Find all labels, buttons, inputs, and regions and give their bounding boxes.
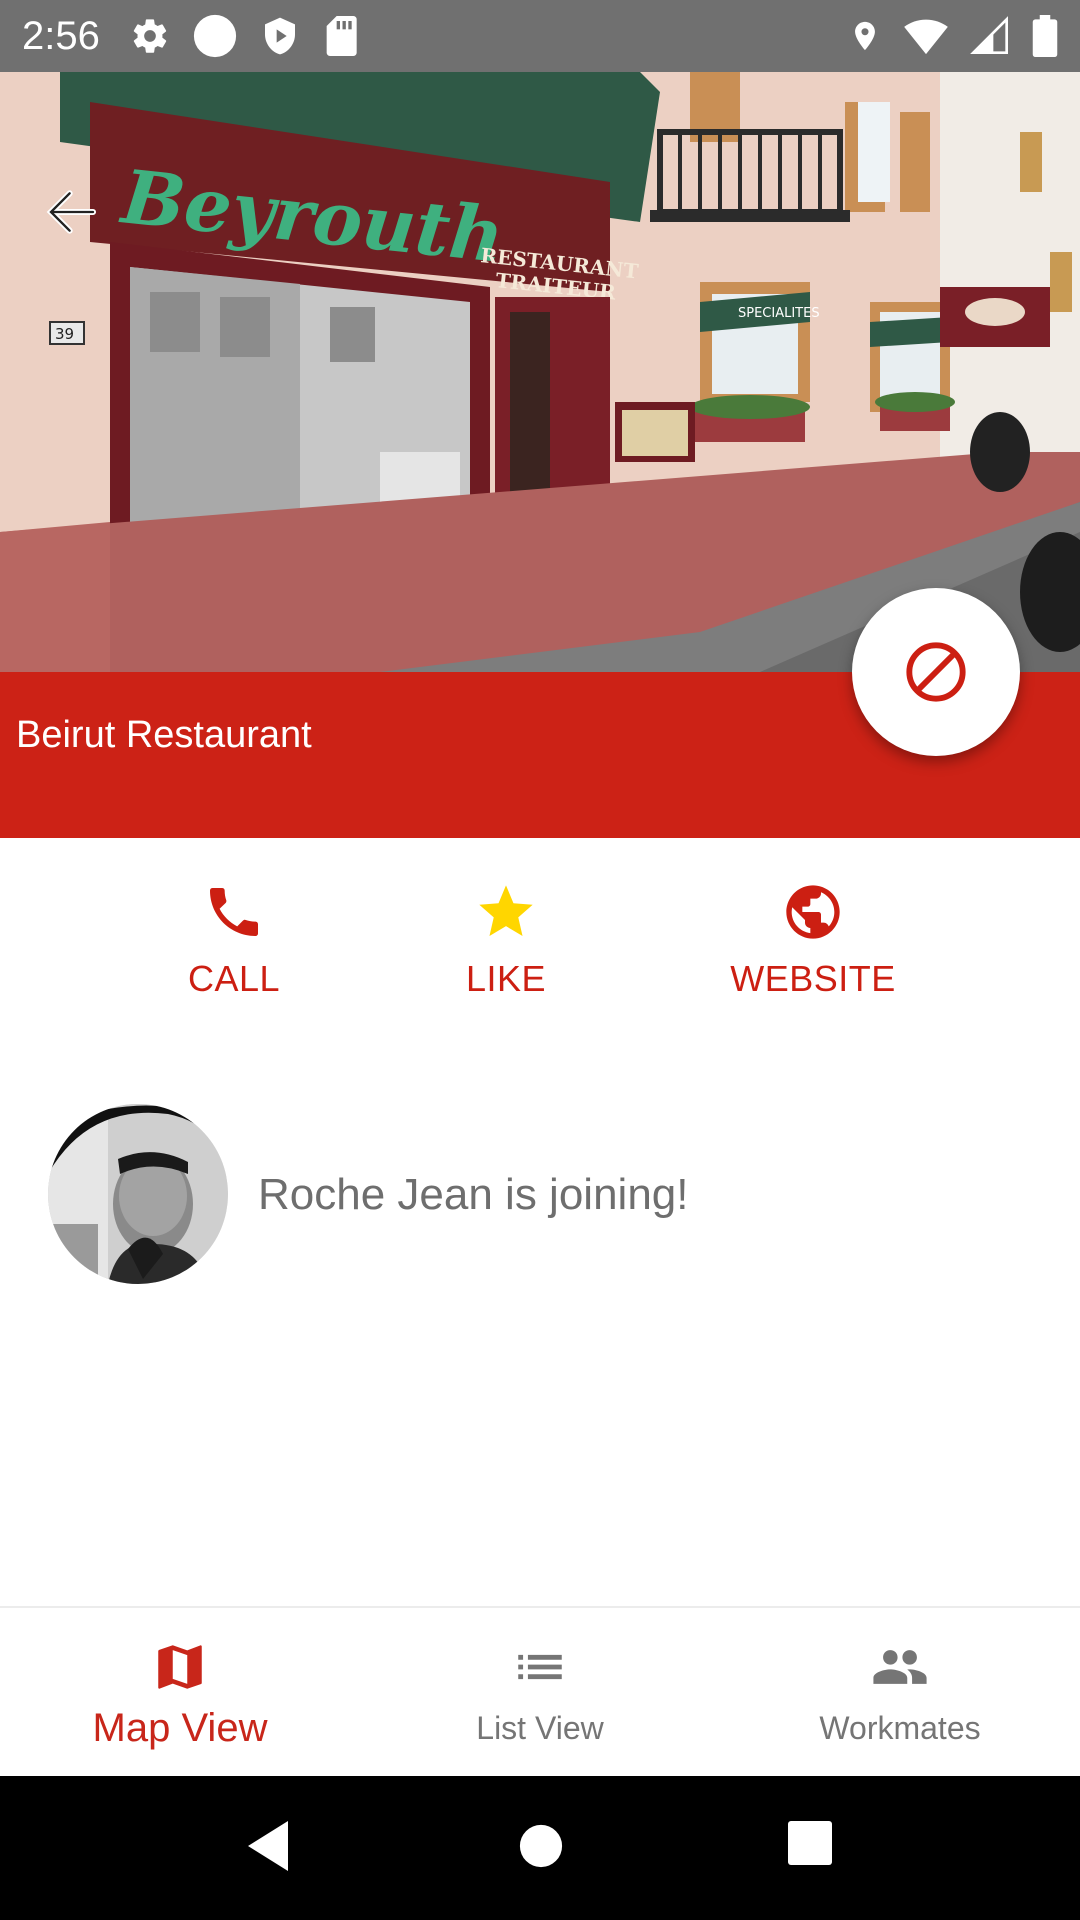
- globe-icon: [786, 885, 840, 939]
- gear-icon: [130, 16, 170, 56]
- website-button[interactable]: WEBSITE: [693, 880, 933, 1010]
- phone-icon: [210, 888, 258, 936]
- system-navigation-bar: [0, 1776, 1080, 1920]
- map-icon: [158, 1645, 202, 1689]
- list-icon: [518, 1654, 562, 1680]
- star-icon: [479, 885, 533, 936]
- circle-icon: [192, 13, 238, 59]
- nav-map-view-label: Map View: [92, 1706, 268, 1750]
- system-home-button[interactable]: [518, 1816, 564, 1881]
- svg-text:SPECIALITES: SPECIALITES: [738, 306, 820, 321]
- system-back-button[interactable]: [242, 1816, 294, 1881]
- cellular-signal-icon: [970, 16, 1010, 56]
- nav-workmates-label: Workmates: [819, 1710, 981, 1746]
- bottom-navigation: Map View List View Workmates: [0, 1606, 1080, 1776]
- joining-text: Roche Jean is joining!: [258, 1170, 689, 1219]
- avatar: [48, 1104, 228, 1284]
- play-shield-icon: [260, 16, 300, 56]
- nav-list-view-label: List View: [476, 1710, 604, 1746]
- call-button[interactable]: CALL: [114, 880, 354, 1010]
- home-circle-icon: [519, 1824, 563, 1868]
- wifi-icon: [904, 16, 948, 56]
- restaurant-detail-screen: 2:56 Beyrouth RESTAURANT TRAITEUR SPECIA…: [0, 0, 1080, 1920]
- nav-workmates[interactable]: Workmates: [720, 1608, 1080, 1776]
- location-icon: [848, 16, 882, 56]
- like-button[interactable]: LIKE: [386, 880, 626, 1010]
- call-label: CALL: [187, 958, 281, 999]
- battery-icon: [1032, 15, 1058, 57]
- triangle-back-icon: [248, 1821, 288, 1871]
- nav-list-view[interactable]: List View: [360, 1608, 720, 1776]
- recents-square-icon: [788, 1821, 832, 1865]
- svg-text:39: 39: [55, 325, 74, 343]
- nav-map-view[interactable]: Map View: [0, 1608, 360, 1776]
- like-label: LIKE: [465, 958, 547, 999]
- sd-card-icon: [322, 16, 358, 56]
- back-arrow-icon: [46, 190, 97, 234]
- people-icon: [873, 1650, 927, 1684]
- status-bar: 2:56: [0, 0, 1080, 72]
- system-recents-button[interactable]: [786, 1818, 834, 1873]
- block-icon: [906, 642, 966, 702]
- restaurant-name: Beirut Restaurant: [16, 714, 312, 756]
- back-button[interactable]: [40, 180, 104, 244]
- restaurant-photo: Beyrouth RESTAURANT TRAITEUR TERRASSE: [0, 72, 1080, 672]
- join-toggle-button[interactable]: [852, 588, 1020, 756]
- website-label: WEBSITE: [730, 958, 896, 999]
- status-time: 2:56: [22, 13, 100, 58]
